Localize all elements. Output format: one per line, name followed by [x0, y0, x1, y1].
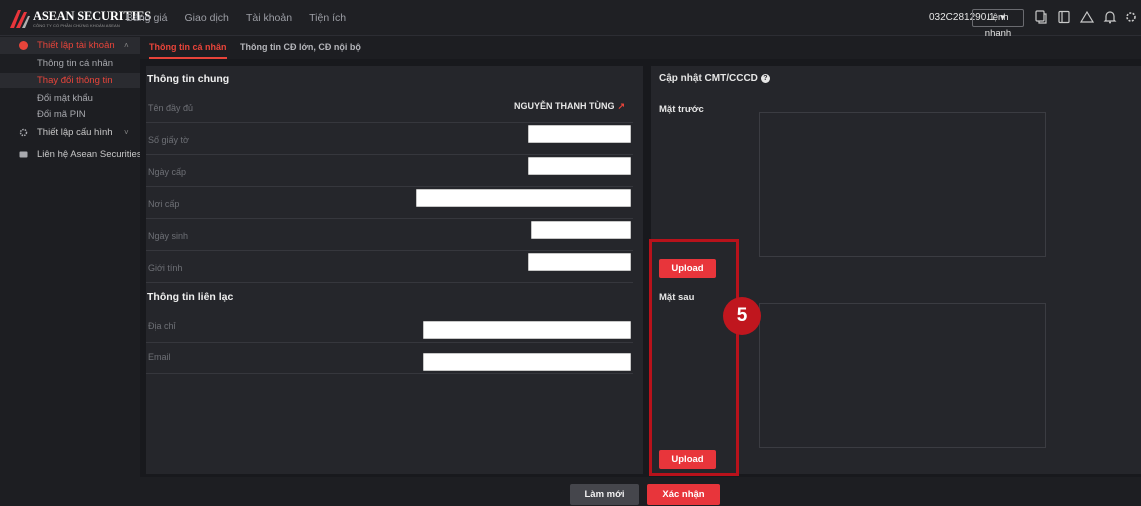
chevron-up-icon: ˄	[124, 41, 129, 50]
footer-bar: Làm mới Xác nhận	[140, 477, 1141, 506]
tab-bar: Thông tin cá nhân Thông tin CĐ lớn, CĐ n…	[140, 36, 1141, 59]
field-label: Ngày cấp	[148, 167, 187, 177]
tab-personal-info[interactable]: Thông tin cá nhân	[149, 36, 227, 59]
reset-button[interactable]: Làm mới	[570, 484, 639, 505]
field-row-birth-date: Ngày sinh	[146, 219, 633, 251]
help-icon[interactable]: ?	[760, 74, 770, 83]
app-window: ASEAN SECURITIES CÔNG TY CỔ PHẦN CHỨNG K…	[0, 0, 1141, 506]
copy-icon[interactable]	[1034, 10, 1048, 24]
sidebar-group-label: Liên hệ Asean Securities	[37, 149, 142, 160]
issue-place-input[interactable]	[416, 189, 631, 207]
id-update-title: Cập nhật CMT/CCCD?	[659, 73, 770, 84]
field-label: Địa chỉ	[148, 321, 176, 331]
sidebar-item-change-info[interactable]: Thay đổi thông tin	[0, 73, 140, 88]
settings-icon[interactable]	[1124, 10, 1138, 24]
full-name-text: NGUYỄN THANH TÙNG	[513, 101, 615, 111]
email-input[interactable]	[423, 353, 631, 371]
sidebar-group-contact[interactable]: Liên hệ Asean Securities	[0, 146, 142, 163]
field-row-full-name: Tên đầy đủ NGUYỄN THANH TÙNG ↗	[146, 93, 633, 123]
field-row-email: Email	[146, 343, 633, 374]
nav-account[interactable]: Tài khoản	[246, 12, 292, 24]
tab-major-shareholder[interactable]: Thông tin CĐ lớn, CĐ nội bộ	[240, 36, 361, 59]
top-nav: Bảng giá Giao dịch Tài khoản Tiện ích	[126, 12, 360, 24]
field-row-issue-place: Nơi cấp	[146, 187, 633, 219]
confirm-button[interactable]: Xác nhận	[647, 484, 720, 505]
chevron-down-icon: ˅	[124, 128, 129, 137]
nav-trading[interactable]: Giao dịch	[185, 12, 229, 24]
logo[interactable]: ASEAN SECURITIES CÔNG TY CỔ PHẦN CHỨNG K…	[10, 8, 151, 30]
top-bar: ASEAN SECURITIES CÔNG TY CỔ PHẦN CHỨNG K…	[0, 0, 1141, 39]
warning-icon[interactable]	[1079, 10, 1095, 24]
address-input[interactable]	[423, 321, 631, 339]
front-image-dropzone[interactable]	[759, 112, 1046, 257]
quick-order-button[interactable]: Lệnh nhanh	[972, 9, 1024, 39]
id-number-input[interactable]	[528, 125, 631, 143]
bell-icon[interactable]	[1103, 10, 1117, 24]
sidebar-group-config-settings[interactable]: Thiết lập cấu hình ˅	[0, 124, 140, 141]
field-label: Tên đầy đủ	[148, 103, 194, 113]
personal-info-panel: Thông tin chung Tên đầy đủ NGUYỄN THANH …	[146, 66, 643, 474]
field-label: Email	[148, 352, 171, 362]
main-content: Thông tin cá nhân Thông tin CĐ lớn, CĐ n…	[140, 36, 1141, 506]
id-update-title-text: Cập nhật CMT/CCCD	[659, 73, 758, 84]
field-row-issue-date: Ngày cấp	[146, 155, 633, 187]
sidebar: Thiết lập tài khoản ˄ Thông tin cá nhân …	[0, 36, 142, 506]
logo-mark-icon	[10, 10, 30, 28]
back-image-dropzone[interactable]	[759, 303, 1046, 448]
gear-icon	[19, 128, 28, 137]
field-label: Ngày sinh	[148, 231, 189, 241]
field-label: Nơi cấp	[148, 199, 180, 209]
sidebar-group-account-settings[interactable]: Thiết lập tài khoản ˄	[0, 37, 140, 54]
edit-icon[interactable]: ↗	[617, 101, 625, 111]
field-row-address: Địa chỉ	[146, 311, 633, 343]
front-side-label: Mặt trước	[659, 104, 704, 115]
gender-input[interactable]	[528, 253, 631, 271]
full-name-value: NGUYỄN THANH TÙNG ↗	[514, 101, 625, 112]
nav-price-board[interactable]: Bảng giá	[126, 12, 167, 24]
logo-subtitle: CÔNG TY CỔ PHẦN CHỨNG KHOÁN ASEAN	[33, 23, 120, 28]
contact-icon	[19, 151, 28, 158]
field-label: Số giấy tờ	[148, 135, 189, 145]
birth-date-input[interactable]	[531, 221, 631, 239]
general-info-title: Thông tin chung	[147, 73, 230, 85]
nav-utilities[interactable]: Tiện ích	[309, 12, 346, 24]
book-icon[interactable]	[1057, 10, 1071, 24]
sidebar-item-personal-info[interactable]: Thông tin cá nhân	[37, 58, 113, 69]
sidebar-item-change-password[interactable]: Đổi mật khẩu	[37, 93, 93, 104]
sidebar-item-change-pin[interactable]: Đổi mã PIN	[37, 109, 86, 120]
sidebar-group-label: Thiết lập cấu hình	[37, 127, 113, 138]
annotation-highlight-box	[649, 239, 739, 476]
user-icon	[19, 41, 28, 50]
sidebar-group-label: Thiết lập tài khoản	[37, 40, 115, 51]
field-row-id-number: Số giấy tờ	[146, 123, 633, 155]
field-row-gender: Giới tính	[146, 251, 633, 283]
field-label: Giới tính	[148, 263, 183, 273]
contact-info-title: Thông tin liên lạc	[147, 291, 234, 303]
issue-date-input[interactable]	[528, 157, 631, 175]
annotation-step-badge: 5	[723, 297, 761, 335]
